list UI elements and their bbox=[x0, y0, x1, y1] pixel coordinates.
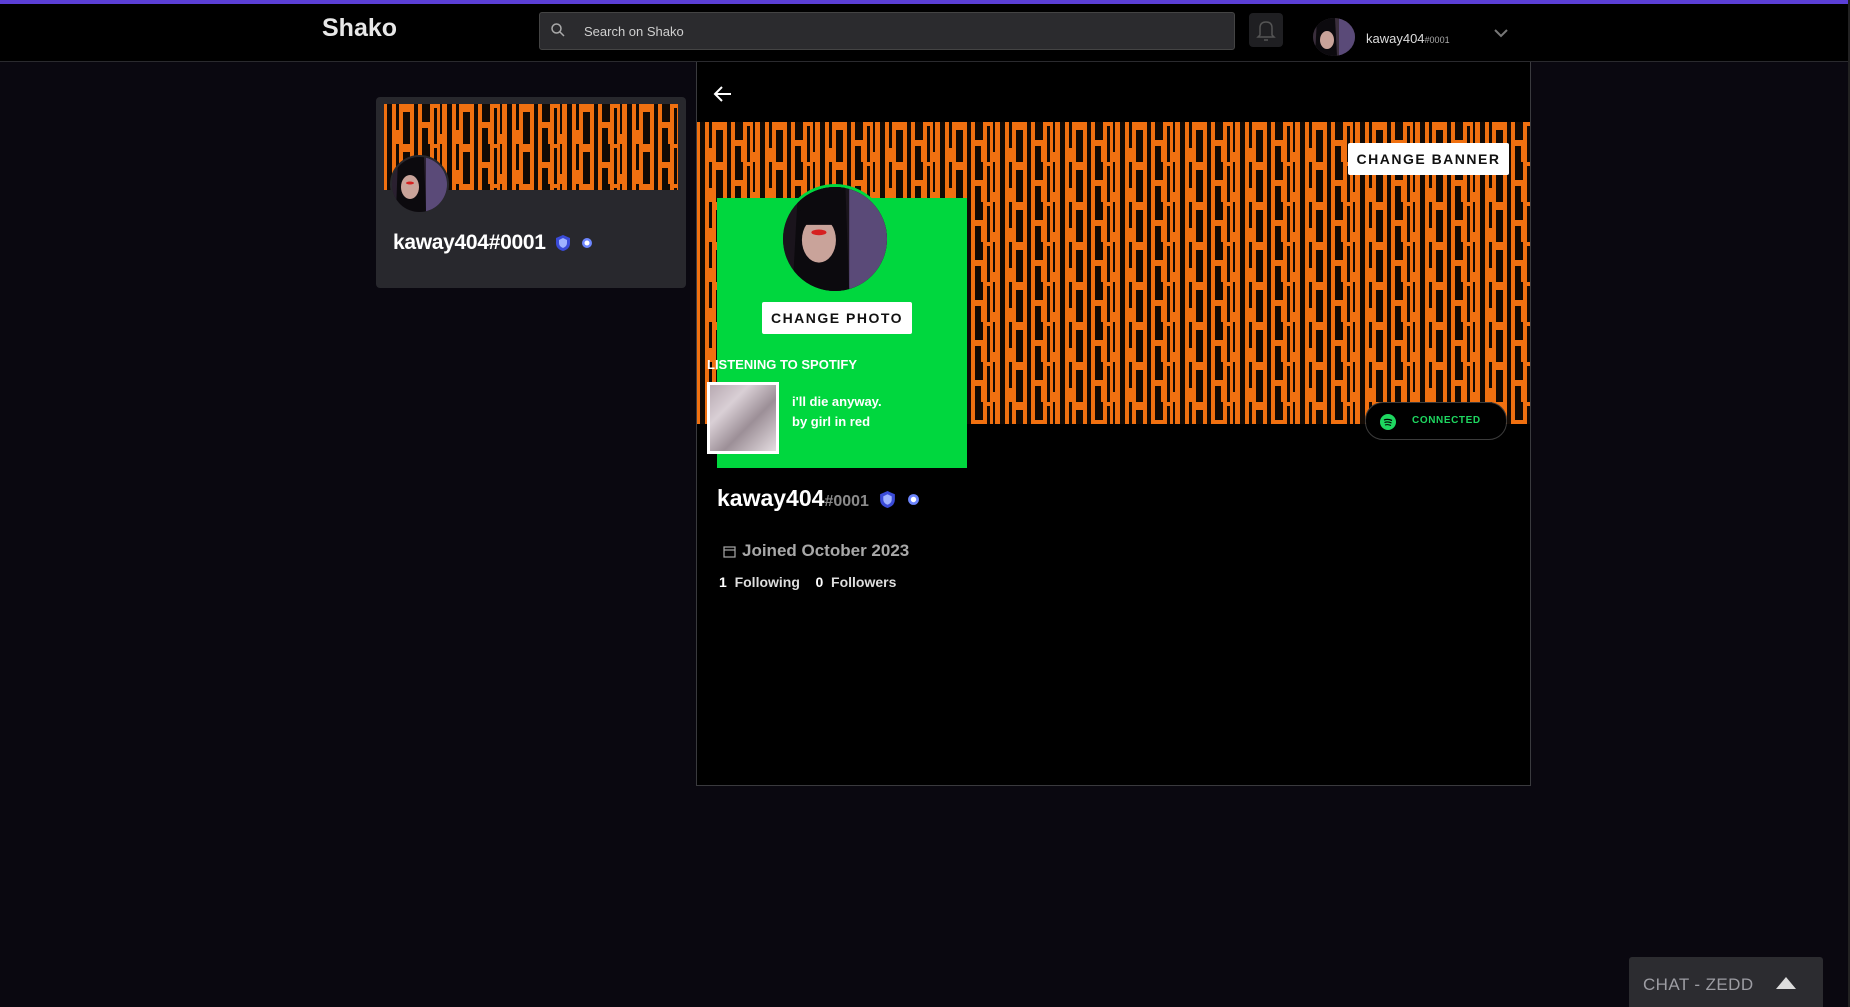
profile-username-text: kaway404 bbox=[717, 485, 825, 511]
profile-user-tag: #0001 bbox=[824, 493, 869, 510]
track-title[interactable]: i'll die anyway. bbox=[792, 392, 882, 412]
connected-label: CONNECTED bbox=[1412, 415, 1481, 426]
following-count: 1 bbox=[719, 574, 727, 590]
joined-text: Joined October 2023 bbox=[742, 541, 910, 560]
shield-badge-icon bbox=[880, 491, 896, 509]
joined-date: Joined October 2023 bbox=[723, 541, 909, 561]
verified-dot-icon bbox=[581, 238, 592, 249]
card-name-text: kaway404#0001 bbox=[393, 231, 546, 254]
top-navbar: Shako kaway404#0001 bbox=[0, 4, 1850, 62]
verified-dot-icon bbox=[907, 494, 919, 506]
avatar-image bbox=[1313, 18, 1355, 56]
profile-summary-card[interactable]: kaway404#0001 bbox=[376, 97, 686, 288]
chat-label: CHAT - ZEDD bbox=[1643, 975, 1754, 994]
profile-panel: CHANGE BANNER CONNECTED CHANGE PHOTO LIS… bbox=[696, 62, 1531, 786]
search-icon bbox=[551, 23, 565, 37]
spotify-heading: LISTENING TO SPOTIFY bbox=[707, 357, 857, 372]
calendar-icon bbox=[723, 546, 736, 558]
back-arrow-icon[interactable] bbox=[711, 82, 735, 106]
change-banner-button[interactable]: CHANGE BANNER bbox=[1348, 143, 1509, 175]
header-username[interactable]: kaway404#0001 bbox=[1366, 31, 1450, 46]
following-link[interactable]: 1 Following bbox=[719, 574, 800, 590]
track-artist[interactable]: by girl in red bbox=[792, 412, 882, 432]
followers-count: 0 bbox=[815, 574, 824, 590]
track-info: i'll die anyway. by girl in red bbox=[792, 392, 882, 432]
app-logo[interactable]: Shako bbox=[322, 14, 397, 43]
followers-label: Followers bbox=[831, 574, 897, 590]
triangle-up-icon bbox=[1776, 977, 1796, 989]
chevron-down-icon[interactable] bbox=[1492, 26, 1510, 40]
following-label: Following bbox=[734, 574, 800, 590]
header-user-tag: #0001 bbox=[1424, 35, 1450, 45]
search-box[interactable] bbox=[539, 12, 1235, 50]
header-username-text: kaway404 bbox=[1366, 31, 1425, 46]
shield-badge-icon bbox=[556, 235, 571, 252]
avatar[interactable] bbox=[1313, 18, 1355, 56]
bell-icon bbox=[1256, 21, 1276, 41]
profile-username: kaway404#0001 bbox=[717, 485, 920, 512]
follow-stats: 1 Following 0 Followers bbox=[719, 574, 896, 590]
spotify-icon bbox=[1380, 414, 1396, 430]
card-avatar bbox=[390, 155, 449, 214]
notifications-button[interactable] bbox=[1249, 13, 1283, 47]
spotify-connected-button[interactable]: CONNECTED bbox=[1365, 402, 1507, 440]
search-input[interactable] bbox=[582, 13, 1206, 49]
chat-panel-toggle[interactable]: CHAT - ZEDD bbox=[1629, 957, 1823, 1007]
followers-link[interactable]: 0 Followers bbox=[815, 574, 896, 590]
card-display-name: kaway404#0001 bbox=[393, 231, 593, 255]
profile-avatar bbox=[780, 184, 890, 294]
album-cover-image[interactable] bbox=[707, 382, 779, 454]
change-photo-button[interactable]: CHANGE PHOTO bbox=[762, 302, 912, 334]
